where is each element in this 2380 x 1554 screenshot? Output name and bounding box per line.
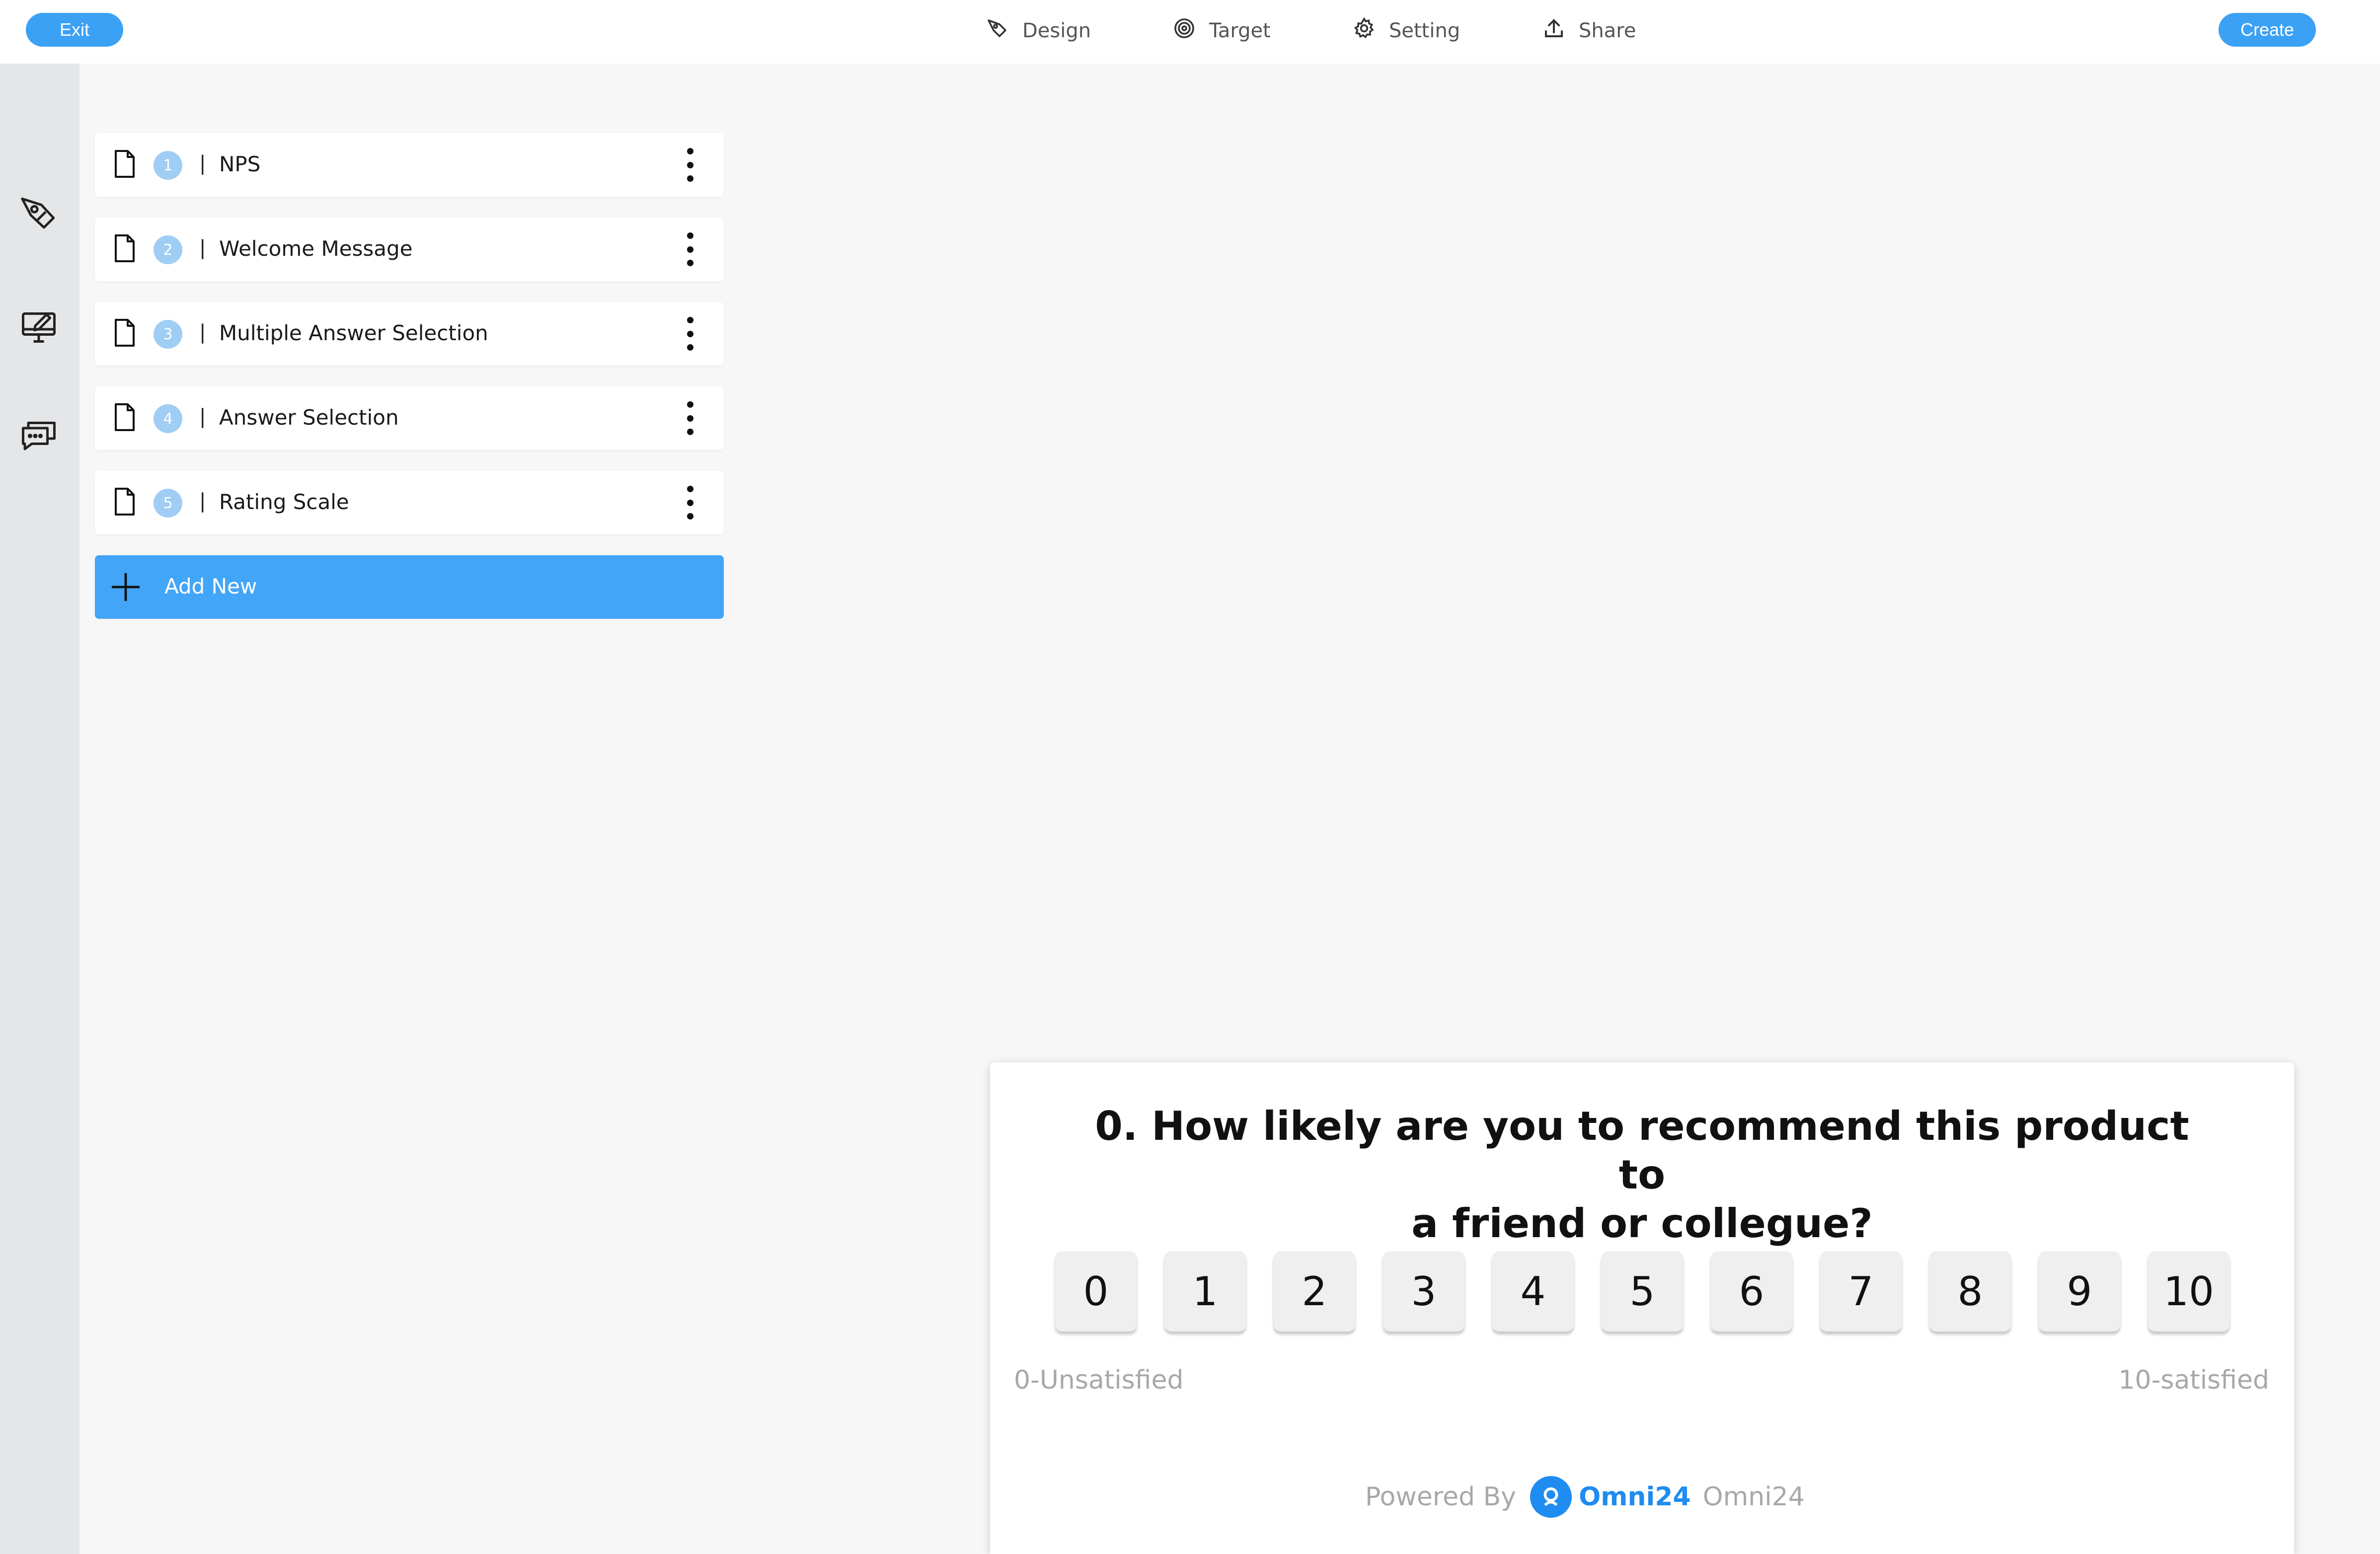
score-button-9[interactable]: 9 <box>2039 1251 2120 1332</box>
document-icon <box>114 233 136 265</box>
brand-name-suffix: Omni24 <box>1702 1482 1805 1512</box>
separator: | <box>199 490 206 513</box>
create-button[interactable]: Create <box>2219 13 2316 47</box>
score-button-10[interactable]: 10 <box>2148 1251 2229 1332</box>
more-vertical-icon[interactable] <box>680 317 700 351</box>
question-title-line-2: a friend or collegue? <box>1411 1200 1873 1247</box>
more-vertical-icon[interactable] <box>680 401 700 435</box>
score-button-7[interactable]: 7 <box>1820 1251 1902 1332</box>
separator: | <box>199 236 206 259</box>
question-label: Multiple Answer Selection <box>219 321 488 345</box>
question-number-badge: 3 <box>154 320 182 349</box>
question-label: Welcome Message <box>219 236 413 261</box>
score-button-4[interactable]: 4 <box>1492 1251 1574 1332</box>
question-title-line-1: 0. How likely are you to recommend this … <box>1095 1103 2189 1198</box>
tab-design-label: Design <box>1022 19 1091 42</box>
separator: | <box>199 321 206 344</box>
score-button-8[interactable]: 8 <box>1929 1251 2011 1332</box>
tab-target[interactable]: Target <box>1172 15 1271 47</box>
question-number-badge: 4 <box>154 404 182 433</box>
question-title: 0. How likely are you to recommend this … <box>1070 1102 2215 1248</box>
question-item[interactable]: 1 | NPS <box>95 133 724 197</box>
more-vertical-icon[interactable] <box>680 232 700 266</box>
left-rail <box>0 64 79 1554</box>
question-item[interactable]: 4 | Answer Selection <box>95 386 724 450</box>
document-icon <box>114 402 136 434</box>
gear-icon <box>1352 16 1389 45</box>
score-button-6[interactable]: 6 <box>1711 1251 1792 1332</box>
tab-setting-label: Setting <box>1389 19 1460 42</box>
score-options: 0 1 2 3 4 5 6 7 8 9 10 <box>1055 1251 2232 1335</box>
score-button-1[interactable]: 1 <box>1164 1251 1246 1332</box>
tab-target-label: Target <box>1209 19 1271 42</box>
question-label: Answer Selection <box>219 405 399 430</box>
pen-nib-icon[interactable] <box>18 193 60 234</box>
chat-bubbles-icon[interactable] <box>18 414 60 456</box>
scale-max-label: 10-satisfied <box>2118 1365 2269 1395</box>
plus-icon <box>110 571 142 608</box>
add-new-button[interactable]: Add New <box>95 555 724 619</box>
question-number-badge: 2 <box>154 235 182 264</box>
score-button-5[interactable]: 5 <box>1602 1251 1683 1332</box>
score-button-0[interactable]: 0 <box>1055 1251 1137 1332</box>
brand-name[interactable]: Omni24 <box>1579 1482 1691 1512</box>
nps-preview-card: 0. How likely are you to recommend this … <box>990 1062 2294 1554</box>
powered-by-label: Powered By <box>1365 1482 1517 1512</box>
document-icon <box>114 487 136 518</box>
tab-setting[interactable]: Setting <box>1352 15 1460 47</box>
question-label: NPS <box>219 152 261 176</box>
question-label: Rating Scale <box>219 490 349 514</box>
score-button-3[interactable]: 3 <box>1383 1251 1464 1332</box>
separator: | <box>199 405 206 428</box>
tab-design[interactable]: Design <box>986 15 1091 47</box>
tab-share-label: Share <box>1579 19 1636 42</box>
question-number-badge: 5 <box>154 489 182 518</box>
document-icon <box>114 318 136 350</box>
question-item[interactable]: 5 | Rating Scale <box>95 471 724 534</box>
top-bar: Exit Design Target Setting Share Create <box>0 0 2380 64</box>
share-upload-icon <box>1542 16 1579 45</box>
exit-button[interactable]: Exit <box>26 13 123 47</box>
document-icon <box>114 149 136 181</box>
separator: | <box>199 152 206 175</box>
scale-min-label: 0-Unsatisfied <box>1014 1365 1184 1395</box>
score-button-2[interactable]: 2 <box>1274 1251 1355 1332</box>
pen-icon <box>986 16 1022 45</box>
question-item[interactable]: 3 | Multiple Answer Selection <box>95 302 724 366</box>
question-item[interactable]: 2 | Welcome Message <box>95 218 724 281</box>
monitor-edit-icon[interactable] <box>18 305 60 347</box>
target-icon <box>1172 16 1209 45</box>
omni24-logo-icon <box>1530 1476 1572 1518</box>
add-new-label: Add New <box>164 574 257 598</box>
powered-by: Powered By Omni24 Omni24 <box>1365 1475 1805 1519</box>
more-vertical-icon[interactable] <box>680 148 700 182</box>
question-number-badge: 1 <box>154 151 182 180</box>
tab-share[interactable]: Share <box>1542 15 1636 47</box>
more-vertical-icon[interactable] <box>680 486 700 519</box>
